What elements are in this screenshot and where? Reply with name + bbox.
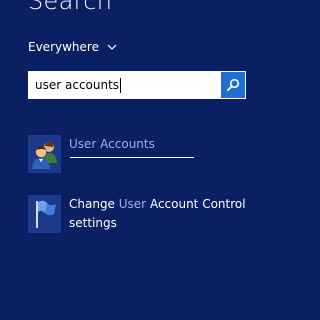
search-input-value: user accounts — [35, 78, 120, 92]
search-box: user accounts — [28, 71, 246, 99]
result-label: User Accounts — [69, 135, 155, 154]
search-scope-dropdown[interactable]: Everywhere — [28, 38, 117, 56]
search-pane: Search Everywhere user accounts User Acc… — [0, 0, 277, 320]
search-input[interactable]: user accounts — [28, 71, 221, 99]
result-underline — [70, 157, 194, 158]
pane-title: Search — [28, 0, 113, 15]
result-suffix: Account Control — [146, 197, 246, 211]
search-button[interactable] — [221, 71, 246, 99]
text-caret — [120, 77, 122, 93]
result-highlight: User — [118, 197, 147, 211]
result-label: Change User Account Control settings — [69, 195, 246, 233]
result-highlight: User Accounts — [69, 137, 155, 151]
search-result-user-accounts[interactable]: User Accounts — [28, 135, 155, 173]
chevron-down-icon — [107, 44, 117, 50]
result-prefix: Change — [69, 197, 119, 211]
search-icon — [226, 78, 240, 92]
result-line2: settings — [69, 216, 117, 230]
search-result-uac-settings[interactable]: Change User Account Control settings — [28, 195, 246, 233]
search-scope-label: Everywhere — [28, 40, 99, 54]
user-accounts-icon — [28, 135, 61, 173]
uac-flag-icon — [28, 195, 61, 233]
